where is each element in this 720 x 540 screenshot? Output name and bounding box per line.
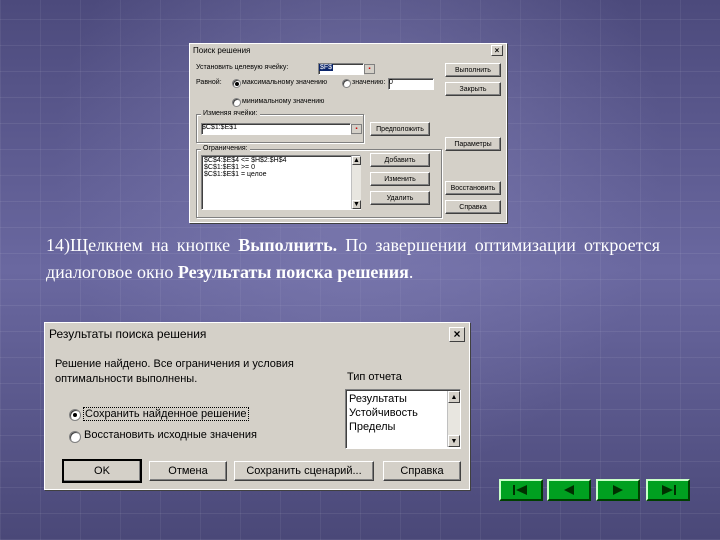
restore-values-radio[interactable] — [69, 431, 81, 443]
report-type-label: Тип отчета — [347, 371, 402, 383]
close-icon[interactable]: × — [491, 44, 503, 56]
constraint-item[interactable]: $C$1:$E$1 >= 0 — [204, 164, 358, 171]
close-button[interactable]: Закрыть — [445, 82, 501, 96]
target-cell-label: Установить целевую ячейку: — [196, 64, 289, 71]
cancel-button[interactable]: Отмена — [149, 461, 227, 481]
results-titlebar: Результаты поиска решения × — [45, 323, 469, 345]
run-emphasis: Выполнить. — [238, 235, 338, 255]
max-radio-label: максимальному значению — [242, 79, 328, 86]
constraint-item[interactable]: $C$4:$E$4 <= $H$2:$H$4 — [204, 157, 358, 164]
first-slide-icon — [513, 485, 527, 495]
solver-dialog: Поиск решения × Установить целевую ячейк… — [189, 43, 507, 223]
report-option[interactable]: Устойчивость — [349, 406, 457, 420]
collapse-icon[interactable]: ▪ — [364, 64, 375, 74]
last-slide-icon — [662, 485, 676, 495]
report-scrollbar[interactable]: ▲ ▼ — [447, 391, 460, 447]
previous-slide-icon — [564, 485, 574, 495]
scroll-up-icon[interactable]: ▲ — [448, 391, 460, 403]
first-slide-button[interactable] — [499, 479, 543, 501]
changing-cells-input[interactable]: $C$1:$E$1 — [201, 123, 351, 135]
guess-button[interactable]: Предположить — [370, 122, 430, 136]
max-radio[interactable] — [232, 79, 241, 88]
constraints-scrollbar[interactable]: ▲ ▼ — [351, 156, 361, 209]
reset-all-button[interactable]: Восстановить — [445, 181, 501, 195]
close-icon[interactable]: × — [449, 326, 465, 342]
help-button[interactable]: Справка — [445, 200, 501, 214]
results-dialog: Результаты поиска решения × Решение найд… — [44, 322, 470, 490]
last-slide-button[interactable] — [646, 479, 690, 501]
next-slide-icon — [613, 485, 623, 495]
save-scenario-button[interactable]: Сохранить сценарий... — [234, 461, 374, 481]
scroll-down-icon[interactable]: ▼ — [352, 200, 361, 209]
scroll-down-icon[interactable]: ▼ — [448, 435, 460, 447]
value-input[interactable]: 0 — [388, 78, 434, 90]
help-button[interactable]: Справка — [383, 461, 461, 481]
restore-values-label: Восстановить исходные значения — [84, 429, 257, 441]
min-radio[interactable] — [232, 98, 241, 107]
result-message: Решение найдено. Все ограничения и услов… — [55, 358, 294, 385]
results-dialog-emphasis: Результаты поиска решения — [177, 262, 409, 282]
ok-button[interactable]: OK — [62, 459, 142, 483]
value-radio-label: значению: — [352, 79, 386, 86]
constraints-label: Ограничения: — [201, 145, 250, 152]
add-constraint-button[interactable]: Добавить — [370, 153, 430, 167]
target-cell-input[interactable]: $F$ — [318, 63, 364, 75]
delete-constraint-button[interactable]: Удалить — [370, 191, 430, 205]
keep-solution-label: Сохранить найденное решение — [83, 407, 249, 421]
solver-title: Поиск решения — [193, 45, 251, 55]
scroll-up-icon[interactable]: ▲ — [352, 156, 361, 165]
equal-to-label: Равной: — [196, 79, 222, 86]
options-button[interactable]: Параметры — [445, 137, 501, 151]
results-title: Результаты поиска решения — [49, 327, 207, 341]
run-button[interactable]: Выполнить — [445, 63, 501, 77]
report-option[interactable]: Результаты — [349, 392, 457, 406]
instruction-paragraph: 14)Щелкнем на кнопке Выполнить. По завер… — [46, 232, 660, 286]
collapse-icon[interactable]: ▪ — [351, 124, 362, 134]
report-option[interactable]: Пределы — [349, 420, 457, 434]
constraints-list[interactable]: $C$4:$E$4 <= $H$2:$H$4 $C$1:$E$1 >= 0 $C… — [201, 155, 361, 210]
value-radio[interactable] — [342, 79, 351, 88]
change-constraint-button[interactable]: Изменить — [370, 172, 430, 186]
instruction-text: Щелкнем на кнопке — [70, 235, 239, 255]
previous-slide-button[interactable] — [547, 479, 591, 501]
report-type-list[interactable]: Результаты Устойчивость Пределы — [345, 389, 461, 449]
keep-solution-radio[interactable] — [69, 409, 81, 421]
instruction-text: . — [408, 262, 414, 282]
next-slide-button[interactable] — [596, 479, 640, 501]
solver-titlebar: Поиск решения × — [190, 44, 506, 56]
changing-cells-label: Изменяя ячейки: — [201, 110, 260, 117]
min-radio-label: минимальному значению — [242, 98, 325, 105]
instruction-number: 14) — [46, 235, 70, 255]
constraint-item[interactable]: $C$1:$E$1 = целое — [204, 171, 358, 178]
